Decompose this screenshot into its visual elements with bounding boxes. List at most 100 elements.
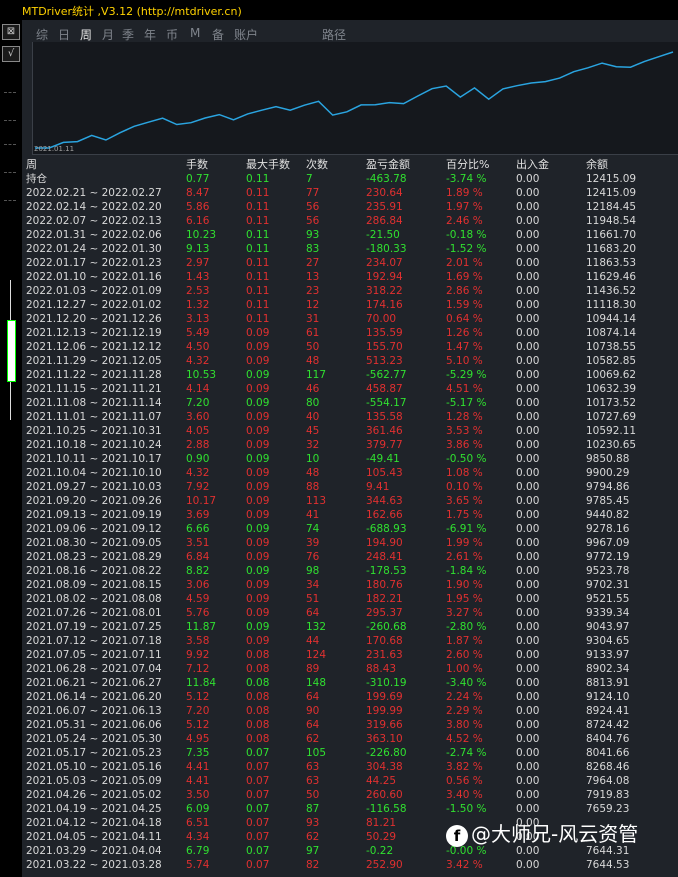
cell-max-lots: 0.07 <box>246 817 270 829</box>
col-header-pnl[interactable]: 盈亏金额 <box>366 158 410 172</box>
cell-lots: 6.66 <box>186 523 210 535</box>
cell-balance: 10230.65 <box>586 439 637 451</box>
tab-3[interactable]: 月 <box>102 26 114 43</box>
cell-inout: 0.00 <box>516 411 540 423</box>
col-header-period[interactable]: 周 <box>26 158 37 172</box>
cell-pct: 0.10 % <box>446 481 483 493</box>
col-header-max-lots[interactable]: 最大手数 <box>246 158 290 172</box>
cell-period: 2021.11.01 ~ 2021.11.07 <box>26 411 162 423</box>
tab-5[interactable]: 年 <box>144 26 156 43</box>
col-header-pct[interactable]: 百分比% <box>446 158 489 172</box>
table-row: 2021.04.26 ~ 2021.05.02 3.50 0.07 50 260.60 3… <box>26 788 678 802</box>
col-header-inout[interactable]: 出入金 <box>516 158 549 172</box>
table-row: 2022.01.03 ~ 2022.01.09 2.53 0.11 23 318.22 2… <box>26 284 678 298</box>
cell-inout: 0.00 <box>516 313 540 325</box>
col-header-balance[interactable]: 余额 <box>586 158 608 172</box>
check-icon[interactable]: √ <box>2 46 20 62</box>
cell-pnl: 199.99 <box>366 705 403 717</box>
cell-lots: 9.92 <box>186 649 210 661</box>
holding-row: 持仓 0.77 0.11 7 -463.78 -3.74 % 0.00 1241… <box>26 172 678 186</box>
cell-inout: 0.00 <box>516 775 540 787</box>
table-row: 2021.05.03 ~ 2021.05.09 4.41 0.07 63 44.25 0.… <box>26 774 678 788</box>
table-row: 2021.10.04 ~ 2021.10.10 4.32 0.09 48 105.43 1… <box>26 466 678 480</box>
cell-balance: 8724.42 <box>586 719 630 731</box>
tab-10[interactable]: 路径 <box>322 26 346 43</box>
cell-max-lots: 0.09 <box>246 453 270 465</box>
cell-pnl: 70.00 <box>366 313 397 325</box>
watermark-text: @大师兄-风云资管 <box>471 822 639 846</box>
cell-pnl: -0.22 <box>366 845 394 857</box>
tab-8[interactable]: 备 <box>212 26 224 43</box>
holding-lots: 0.77 <box>186 173 210 185</box>
cell-max-lots: 0.09 <box>246 341 270 353</box>
cell-lots: 3.58 <box>186 635 210 647</box>
cell-pct: 1.47 % <box>446 341 483 353</box>
cell-max-lots: 0.09 <box>246 481 270 493</box>
cell-inout: 0.00 <box>516 761 540 773</box>
cell-pct: 2.86 % <box>446 285 483 297</box>
cell-max-lots: 0.07 <box>246 789 270 801</box>
cell-period: 2021.09.06 ~ 2021.09.12 <box>26 523 162 535</box>
cell-period: 2021.08.30 ~ 2021.09.05 <box>26 537 162 549</box>
cell-inout: 0.00 <box>516 579 540 591</box>
cell-period: 2021.03.29 ~ 2021.04.04 <box>26 845 162 857</box>
cell-pct: -0.18 % <box>446 229 487 241</box>
cell-inout: 0.00 <box>516 383 540 395</box>
tab-6[interactable]: 币 <box>166 26 178 43</box>
cell-max-lots: 0.09 <box>246 397 270 409</box>
table-row: 2022.01.17 ~ 2022.01.23 2.97 0.11 27 234.07 2… <box>26 256 678 270</box>
tab-4[interactable]: 季 <box>122 26 134 43</box>
cell-pct: 1.59 % <box>446 299 483 311</box>
cell-inout: 0.00 <box>516 355 540 367</box>
collapse-icon[interactable]: ⊠ <box>2 24 20 40</box>
cell-inout: 0.00 <box>516 593 540 605</box>
cell-balance: 7964.08 <box>586 775 630 787</box>
table-row: 2021.06.21 ~ 2021.06.27 11.84 0.08 148 -310.… <box>26 676 678 690</box>
cell-lots: 2.88 <box>186 439 210 451</box>
tab-1[interactable]: 日 <box>58 26 70 43</box>
cell-inout: 0.00 <box>516 677 540 689</box>
table-row: 2021.12.06 ~ 2021.12.12 4.50 0.09 50 155.70 1… <box>26 340 678 354</box>
cell-lots: 5.74 <box>186 859 210 871</box>
col-header-lots[interactable]: 手数 <box>186 158 208 172</box>
cell-max-lots: 0.09 <box>246 523 270 535</box>
cell-lots: 6.79 <box>186 845 210 857</box>
cell-lots: 4.05 <box>186 425 210 437</box>
cell-balance: 8902.34 <box>586 663 630 675</box>
cell-period: 2021.04.05 ~ 2021.04.11 <box>26 831 162 843</box>
cell-count: 27 <box>306 257 320 269</box>
cell-balance: 11948.54 <box>586 215 637 227</box>
cell-max-lots: 0.09 <box>246 327 270 339</box>
table-row: 2022.01.31 ~ 2022.02.06 10.23 0.11 93 -21.50… <box>26 228 678 242</box>
cell-pnl: -688.93 <box>366 523 407 535</box>
cell-max-lots: 0.11 <box>246 201 270 213</box>
cell-count: 48 <box>306 355 320 367</box>
cell-count: 90 <box>306 705 320 717</box>
tab-7[interactable]: M <box>190 26 200 40</box>
cell-pct: 2.29 % <box>446 705 483 717</box>
cell-count: 74 <box>306 523 320 535</box>
table-row: 2021.09.13 ~ 2021.09.19 3.69 0.09 41 162.66 1… <box>26 508 678 522</box>
cell-max-lots: 0.07 <box>246 859 270 871</box>
col-header-count[interactable]: 次数 <box>306 158 328 172</box>
cell-inout: 0.00 <box>516 691 540 703</box>
cell-period: 2021.09.20 ~ 2021.09.26 <box>26 495 162 507</box>
table-row: 2022.01.10 ~ 2022.01.16 1.43 0.11 13 192.94 1… <box>26 270 678 284</box>
window-title: MTDriver统计 ,V3.12 (http://mtdriver.cn) <box>22 5 242 18</box>
cell-period: 2021.03.22 ~ 2021.03.28 <box>26 859 162 871</box>
cell-inout: 0.00 <box>516 509 540 521</box>
tab-0[interactable]: 综 <box>36 26 48 43</box>
cell-pct: 5.10 % <box>446 355 483 367</box>
cell-lots: 11.84 <box>186 677 217 689</box>
table-row: 2021.12.20 ~ 2021.12.26 3.13 0.11 31 70.00 0.… <box>26 312 678 326</box>
cell-max-lots: 0.09 <box>246 621 270 633</box>
cell-pnl: 513.23 <box>366 355 403 367</box>
table-row: 2021.11.08 ~ 2021.11.14 7.20 0.09 80 -554.17… <box>26 396 678 410</box>
table-row: 2021.08.23 ~ 2021.08.29 6.84 0.09 76 248.41 2… <box>26 550 678 564</box>
cell-inout: 0.00 <box>516 453 540 465</box>
tab-2[interactable]: 周 <box>80 26 92 43</box>
cell-inout: 0.00 <box>516 565 540 577</box>
cell-inout: 0.00 <box>516 327 540 339</box>
cell-lots: 5.76 <box>186 607 210 619</box>
tab-9[interactable]: 账户 <box>234 26 258 43</box>
